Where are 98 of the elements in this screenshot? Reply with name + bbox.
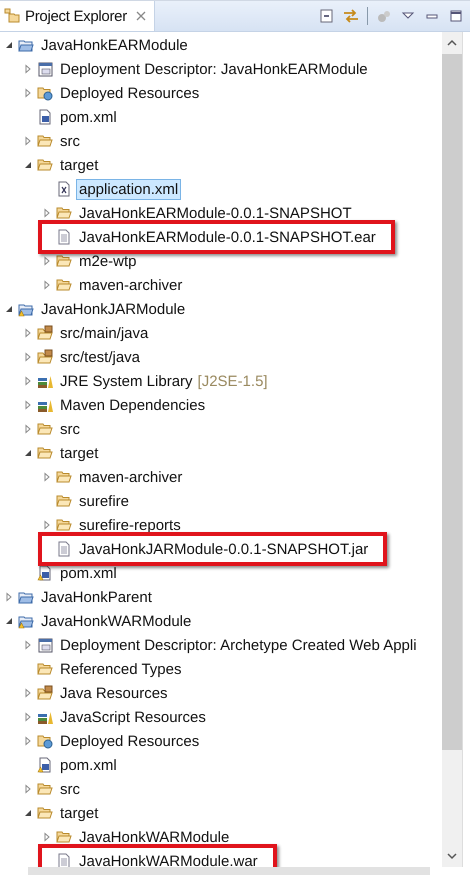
expand-arrow-icon[interactable]: [23, 352, 33, 362]
tree-item[interactable]: surefire-reports: [76, 514, 184, 536]
decoration-text: [J2SE-1.5]: [198, 372, 268, 390]
tree-item[interactable]: JavaHonkWARModule: [38, 610, 194, 632]
tree-item[interactable]: maven-archiver: [76, 274, 186, 296]
tree-item[interactable]: pom.xml: [57, 754, 120, 776]
folder-icon: [56, 829, 72, 845]
expand-arrow-icon[interactable]: [42, 472, 52, 482]
expand-arrow-icon[interactable]: [23, 736, 33, 746]
tree-item[interactable]: pom.xml: [57, 106, 120, 128]
package-folder-icon: [37, 349, 53, 365]
tree-item[interactable]: maven-archiver: [76, 466, 186, 488]
vertical-scrollbar[interactable]: [442, 32, 463, 867]
tree-item[interactable]: src: [57, 418, 83, 440]
expand-arrow-icon[interactable]: [42, 256, 52, 266]
link-arrows-icon[interactable]: [343, 8, 359, 24]
tree-item[interactable]: src/main/java: [57, 322, 152, 344]
tree-item[interactable]: Deployed Resources: [57, 730, 202, 752]
tree-item[interactable]: JavaHonkEARModule: [38, 34, 191, 56]
tree-item[interactable]: target: [57, 154, 102, 176]
expand-arrow-icon[interactable]: [23, 640, 33, 650]
expand-arrow-icon[interactable]: [23, 712, 33, 722]
folder-icon: [56, 253, 72, 269]
tree-item[interactable]: application.xml: [76, 178, 182, 200]
expand-arrow-icon[interactable]: [23, 88, 33, 98]
expand-arrow-icon[interactable]: [23, 328, 33, 338]
tree-item[interactable]: Deployment Descriptor: JavaHonkEARModule: [57, 58, 371, 80]
tree-item[interactable]: src: [57, 778, 83, 800]
folder-icon: [56, 205, 72, 221]
expand-arrow-icon[interactable]: [42, 832, 52, 842]
folder-icon: [56, 517, 72, 533]
file-icon: [56, 541, 72, 557]
package-folder-icon: [37, 685, 53, 701]
expand-arrow-icon[interactable]: [42, 280, 52, 290]
collapse-arrow-icon[interactable]: [4, 304, 14, 314]
horizontal-scrollbar[interactable]: [28, 867, 430, 875]
collapse-arrow-icon[interactable]: [23, 448, 33, 458]
tree-item[interactable]: Maven Dependencies: [57, 394, 208, 416]
tree-item[interactable]: src: [57, 130, 83, 152]
close-icon[interactable]: [136, 11, 146, 21]
tree-item[interactable]: JavaHonkParent: [38, 586, 155, 608]
collapse-all-icon[interactable]: [319, 8, 335, 24]
scroll-thumb[interactable]: [442, 54, 462, 750]
folder-icon: [37, 781, 53, 797]
tree-item[interactable]: Deployed Resources: [57, 82, 202, 104]
maven-file-icon: [37, 109, 53, 125]
package-folder-icon: [37, 325, 53, 341]
folder-icon: [37, 157, 53, 173]
folder-icon: [56, 469, 72, 485]
view-tab[interactable]: Project Explorer: [0, 1, 155, 31]
tree-item[interactable]: m2e-wtp: [76, 250, 140, 272]
file-icon: [56, 229, 72, 245]
folder-icon: [37, 445, 53, 461]
tree-item[interactable]: JavaScript Resources: [57, 706, 209, 728]
expand-arrow-icon[interactable]: [23, 136, 33, 146]
tree-item[interactable]: JavaHonkWARModule: [76, 826, 232, 848]
tree-item[interactable]: pom.xml: [57, 562, 120, 584]
folder-icon: [37, 661, 53, 677]
tree-item[interactable]: Referenced Types: [57, 658, 184, 680]
tree-item[interactable]: JRE System Library: [57, 370, 196, 392]
tree-item[interactable]: JavaHonkJARModule: [38, 298, 188, 320]
folders-icon: [4, 8, 20, 24]
expand-arrow-icon[interactable]: [4, 592, 14, 602]
tree-item[interactable]: target: [57, 442, 102, 464]
folder-icon: [56, 277, 72, 293]
tree-item[interactable]: target: [57, 802, 102, 824]
tree-item[interactable]: JavaHonkEARModule-0.0.1-SNAPSHOT.ear: [76, 226, 379, 248]
collapse-arrow-icon[interactable]: [23, 808, 33, 818]
tree-item[interactable]: Deployment Descriptor: Archetype Created Web Appli: [57, 634, 420, 656]
expand-arrow-icon[interactable]: [42, 520, 52, 530]
deployed-resources-icon: [37, 733, 53, 749]
deployed-resources-icon: [37, 85, 53, 101]
tree-item[interactable]: JavaHonkJARModule-0.0.1-SNAPSHOT.jar: [76, 538, 372, 560]
descriptor-icon: [37, 637, 53, 653]
tree-item[interactable]: JavaHonkEARModule-0.0.1-SNAPSHOT: [76, 202, 355, 224]
expand-arrow-icon[interactable]: [23, 64, 33, 74]
xml-file-icon: [56, 181, 72, 197]
expand-arrow-icon[interactable]: [23, 688, 33, 698]
collapse-arrow-icon[interactable]: [4, 40, 14, 50]
view-title: Project Explorer: [25, 8, 127, 24]
collapse-arrow-icon[interactable]: [23, 160, 33, 170]
collapse-arrow-icon[interactable]: [4, 616, 14, 626]
descriptor-icon: [37, 61, 53, 77]
folder-icon: [37, 133, 53, 149]
tree-item[interactable]: JavaHonkWARModule.war: [76, 850, 261, 867]
folder-icon: [37, 805, 53, 821]
folder-icon: [56, 493, 72, 509]
maximize-icon[interactable]: [448, 8, 464, 24]
tree-item[interactable]: Java Resources: [57, 682, 171, 704]
expand-arrow-icon[interactable]: [23, 400, 33, 410]
tree-item[interactable]: surefire: [76, 490, 132, 512]
expand-arrow-icon[interactable]: [42, 208, 52, 218]
expand-arrow-icon[interactable]: [23, 424, 33, 434]
folder-icon: [37, 421, 53, 437]
expand-arrow-icon[interactable]: [23, 376, 33, 386]
expand-arrow-icon[interactable]: [23, 784, 33, 794]
maven-file-icon: [37, 757, 53, 773]
tree-item[interactable]: src/test/java: [57, 346, 144, 368]
